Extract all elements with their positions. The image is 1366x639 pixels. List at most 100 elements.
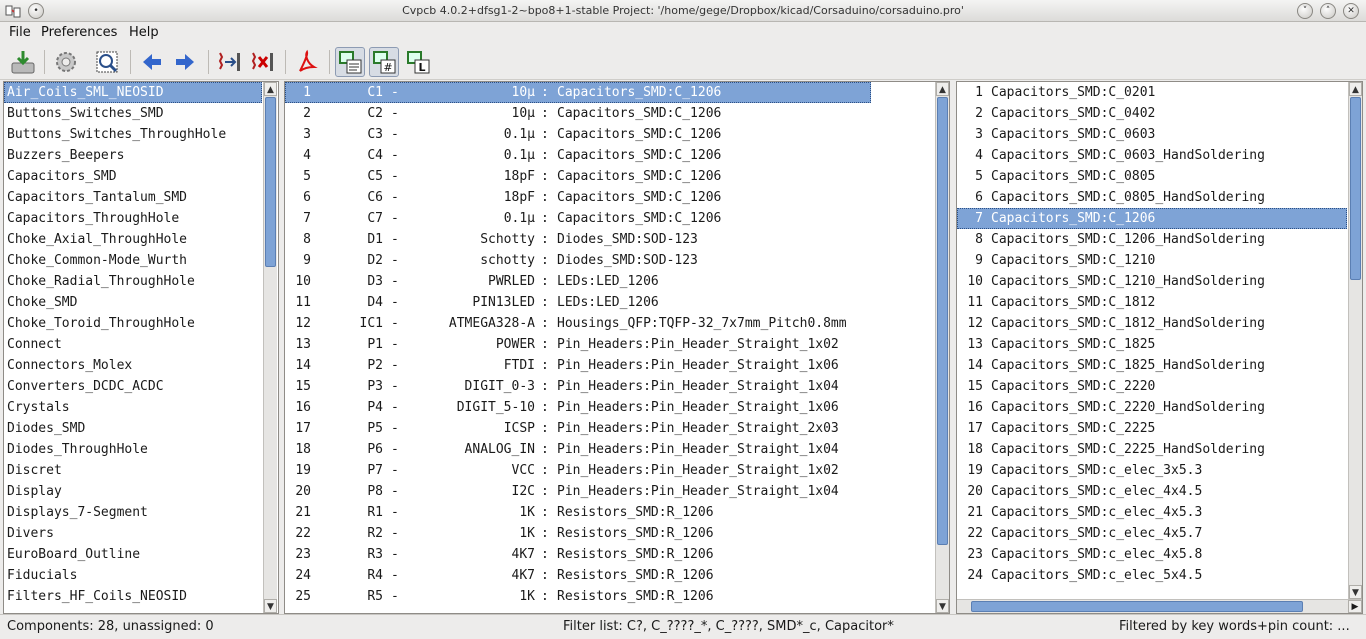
footprint-row[interactable]: 17 Capacitors_SMD:C_2225	[957, 418, 1347, 439]
auto-associate-button[interactable]	[215, 47, 245, 77]
scroll-down-icon[interactable]: ▼	[264, 599, 277, 613]
library-item[interactable]: Choke_Axial_ThroughHole	[4, 229, 262, 250]
footprint-row[interactable]: 14 Capacitors_SMD:C_1825_HandSoldering	[957, 355, 1347, 376]
library-item[interactable]: Display	[4, 481, 262, 502]
filter-library-button[interactable]: L	[403, 47, 433, 77]
footprint-row[interactable]: 11 Capacitors_SMD:C_1812	[957, 292, 1347, 313]
save-netlist-button[interactable]	[8, 47, 38, 77]
component-row[interactable]: 18 P6- ANALOG_IN: Pin_Headers:Pin_Header_St…	[285, 439, 935, 460]
component-row[interactable]: 19 P7- VCC: Pin_Headers:Pin_Header_Straight…	[285, 460, 935, 481]
footprint-row[interactable]: 21 Capacitors_SMD:c_elec_4x5.3	[957, 502, 1347, 523]
footprints-scrollbar[interactable]: ▲ ▼	[1348, 82, 1362, 599]
component-row[interactable]: 1 C1- 10µ: Capacitors_SMD:C_1206	[285, 82, 871, 103]
library-item[interactable]: Choke_SMD	[4, 292, 262, 313]
components-scrollbar[interactable]: ▲ ▼	[935, 82, 949, 613]
library-item[interactable]: Connectors_Molex	[4, 355, 262, 376]
library-item[interactable]: Choke_Toroid_ThroughHole	[4, 313, 262, 334]
component-row[interactable]: 20 P8- I2C: Pin_Headers:Pin_Header_Straight…	[285, 481, 935, 502]
scroll-down-icon[interactable]: ▼	[1349, 585, 1362, 599]
view-footprint-button[interactable]	[92, 47, 122, 77]
footprint-row[interactable]: 5 Capacitors_SMD:C_0805	[957, 166, 1347, 187]
library-item[interactable]: Choke_Common-Mode_Wurth	[4, 250, 262, 271]
settings-button[interactable]	[51, 47, 81, 77]
component-row[interactable]: 2 C2- 10µ: Capacitors_SMD:C_1206	[285, 103, 935, 124]
library-item[interactable]: Diodes_SMD	[4, 418, 262, 439]
library-item[interactable]: Capacitors_Tantalum_SMD	[4, 187, 262, 208]
footprint-row[interactable]: 18 Capacitors_SMD:C_2225_HandSoldering	[957, 439, 1347, 460]
components-list[interactable]: 1 C1-10µ: Capacitors_SMD:C_1206 2 C2-10µ: Cap…	[285, 82, 935, 613]
component-row[interactable]: 7 C7- 0.1µ: Capacitors_SMD:C_1206	[285, 208, 935, 229]
component-row[interactable]: 11 D4- PIN13LED: LEDs:LED_1206	[285, 292, 935, 313]
footprint-row[interactable]: 10 Capacitors_SMD:C_1210_HandSoldering	[957, 271, 1347, 292]
footprint-row[interactable]: 16 Capacitors_SMD:C_2220_HandSoldering	[957, 397, 1347, 418]
component-row[interactable]: 23 R3- 4K7: Resistors_SMD:R_1206	[285, 544, 935, 565]
library-item[interactable]: Choke_Radial_ThroughHole	[4, 271, 262, 292]
maximize-button[interactable]: ˄	[1320, 3, 1336, 19]
library-item[interactable]: Buttons_Switches_ThroughHole	[4, 124, 262, 145]
footprint-row[interactable]: 23 Capacitors_SMD:c_elec_4x5.8	[957, 544, 1347, 565]
library-item[interactable]: Filters_HF_Coils_NEOSID	[4, 586, 262, 607]
component-row[interactable]: 13 P1- POWER: Pin_Headers:Pin_Header_Straig…	[285, 334, 935, 355]
scroll-thumb[interactable]	[1350, 97, 1361, 280]
library-item[interactable]: Connect	[4, 334, 262, 355]
library-item[interactable]: Fiducials	[4, 565, 262, 586]
scroll-up-icon[interactable]: ▲	[264, 82, 277, 96]
component-row[interactable]: 6 C6- 18pF: Capacitors_SMD:C_1206	[285, 187, 935, 208]
footprint-row[interactable]: 7 Capacitors_SMD:C_1206	[957, 208, 1347, 229]
hscroll-thumb[interactable]	[971, 601, 1303, 612]
library-item[interactable]: Buttons_Switches_SMD	[4, 103, 262, 124]
next-button[interactable]	[170, 47, 200, 77]
component-row[interactable]: 12 IC1- ATMEGA328-A: Housings_QFP:TQFP-32_7…	[285, 313, 935, 334]
footprint-row[interactable]: 24 Capacitors_SMD:c_elec_5x4.5	[957, 565, 1347, 586]
component-row[interactable]: 16 P4- DIGIT_5-10: Pin_Headers:Pin_Header_S…	[285, 397, 935, 418]
footprints-list[interactable]: 1 Capacitors_SMD:C_0201 2 Capacitors_SMD:C_…	[957, 82, 1347, 599]
component-row[interactable]: 9 D2- schotty: Diodes_SMD:SOD-123	[285, 250, 935, 271]
scroll-thumb[interactable]	[937, 97, 948, 545]
scroll-thumb[interactable]	[265, 97, 276, 267]
library-item[interactable]: Displays_7-Segment	[4, 502, 262, 523]
footprint-row[interactable]: 15 Capacitors_SMD:C_2220	[957, 376, 1347, 397]
library-item[interactable]: Converters_DCDC_ACDC	[4, 376, 262, 397]
component-row[interactable]: 25 R5- 1K: Resistors_SMD:R_1206	[285, 586, 935, 607]
component-row[interactable]: 5 C5- 18pF: Capacitors_SMD:C_1206	[285, 166, 935, 187]
footprint-row[interactable]: 20 Capacitors_SMD:c_elec_4x4.5	[957, 481, 1347, 502]
libraries-list[interactable]: Air_Coils_SML_NEOSID Buttons_Switches_SMD…	[4, 82, 262, 613]
component-row[interactable]: 24 R4- 4K7: Resistors_SMD:R_1206	[285, 565, 935, 586]
library-item[interactable]: Discret	[4, 460, 262, 481]
component-row[interactable]: 22 R2- 1K: Resistors_SMD:R_1206	[285, 523, 935, 544]
scroll-down-icon[interactable]: ▼	[936, 599, 949, 613]
menu-preferences[interactable]: Preferences	[41, 25, 117, 40]
footprint-row[interactable]: 22 Capacitors_SMD:c_elec_4x5.7	[957, 523, 1347, 544]
library-item[interactable]: Air_Coils_SML_NEOSID	[4, 82, 262, 103]
library-item[interactable]: Crystals	[4, 397, 262, 418]
footprint-row[interactable]: 19 Capacitors_SMD:c_elec_3x5.3	[957, 460, 1347, 481]
component-row[interactable]: 14 P2- FTDI: Pin_Headers:Pin_Header_Straigh…	[285, 355, 935, 376]
component-row[interactable]: 3 C3- 0.1µ: Capacitors_SMD:C_1206	[285, 124, 935, 145]
library-item[interactable]: EuroBoard_Outline	[4, 544, 262, 565]
footprint-row[interactable]: 9 Capacitors_SMD:C_1210	[957, 250, 1347, 271]
library-item[interactable]: Capacitors_SMD	[4, 166, 262, 187]
library-item[interactable]: Buzzers_Beepers	[4, 145, 262, 166]
footprint-row[interactable]: 6 Capacitors_SMD:C_0805_HandSoldering	[957, 187, 1347, 208]
menu-help[interactable]: Help	[129, 25, 159, 40]
component-row[interactable]: 10 D3- PWRLED: LEDs:LED_1206	[285, 271, 935, 292]
minimize-button[interactable]: ˅	[1297, 3, 1313, 19]
menu-file[interactable]: File	[9, 25, 31, 40]
libraries-scrollbar[interactable]: ▲ ▼	[263, 82, 277, 613]
library-item[interactable]: Capacitors_ThroughHole	[4, 208, 262, 229]
close-button[interactable]: ✕	[1343, 3, 1359, 19]
footprint-row[interactable]: 1 Capacitors_SMD:C_0201	[957, 82, 1347, 103]
filter-keywords-button[interactable]	[335, 47, 365, 77]
pdf-doc-button[interactable]	[292, 47, 322, 77]
library-item[interactable]: Divers	[4, 523, 262, 544]
footprints-hscrollbar[interactable]: ▶	[957, 599, 1362, 613]
component-row[interactable]: 15 P3- DIGIT_0-3: Pin_Headers:Pin_Header_St…	[285, 376, 935, 397]
previous-button[interactable]	[137, 47, 167, 77]
library-item[interactable]: Diodes_ThroughHole	[4, 439, 262, 460]
footprint-row[interactable]: 12 Capacitors_SMD:C_1812_HandSoldering	[957, 313, 1347, 334]
footprint-row[interactable]: 3 Capacitors_SMD:C_0603	[957, 124, 1347, 145]
scroll-up-icon[interactable]: ▲	[936, 82, 949, 96]
component-row[interactable]: 21 R1- 1K: Resistors_SMD:R_1206	[285, 502, 935, 523]
footprint-row[interactable]: 13 Capacitors_SMD:C_1825	[957, 334, 1347, 355]
scroll-up-icon[interactable]: ▲	[1349, 82, 1362, 96]
